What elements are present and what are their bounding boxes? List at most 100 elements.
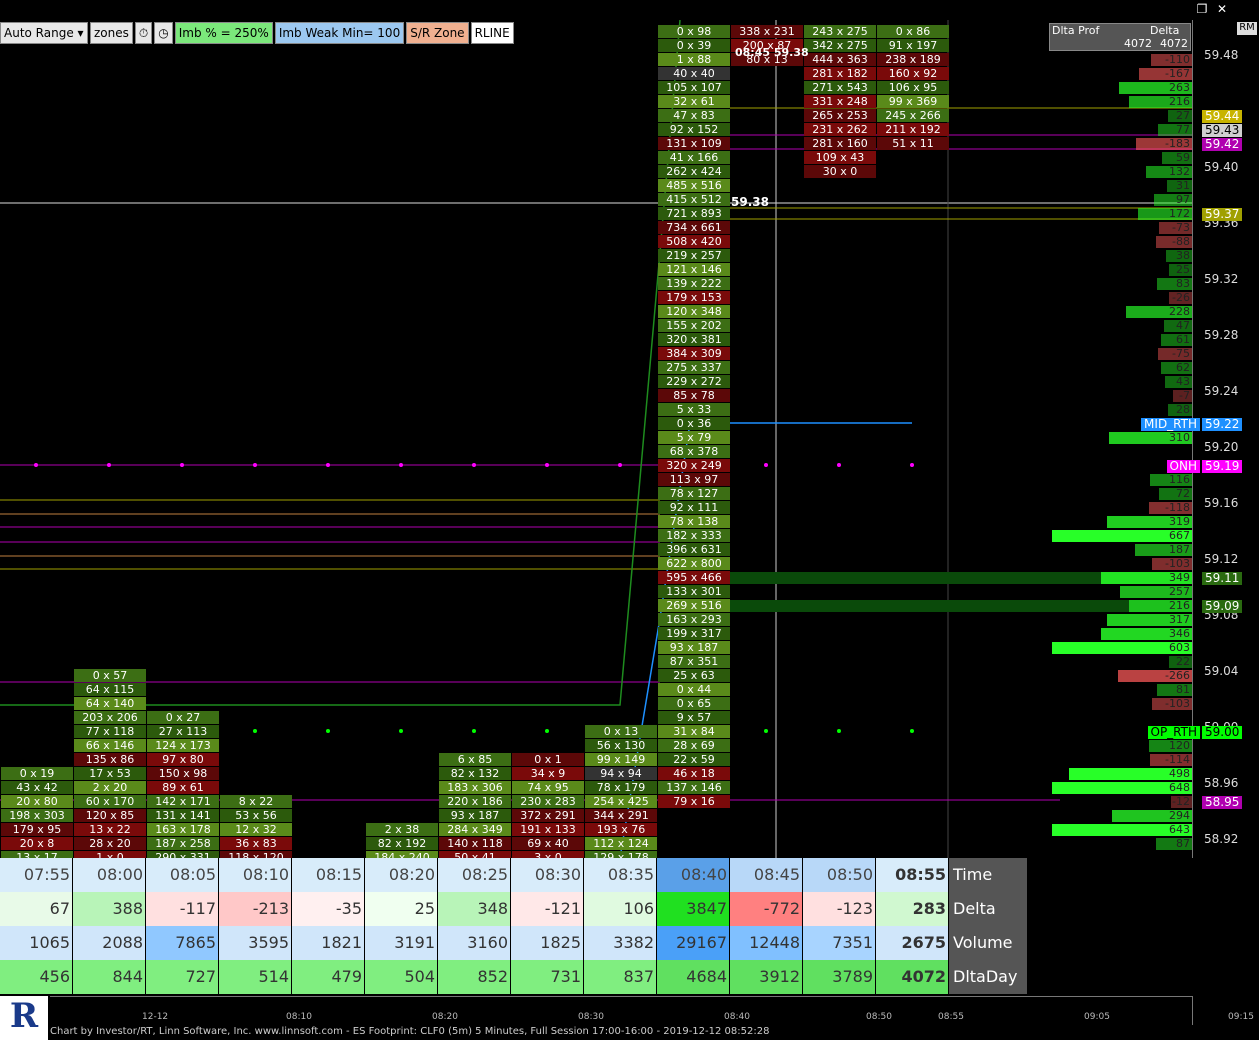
table-cell: 12448 bbox=[730, 926, 802, 960]
footprint-cell: 12 x 32 bbox=[220, 823, 292, 836]
footprint-cell: 160 x 92 bbox=[877, 67, 949, 80]
footprint-cell: 50 x 41 bbox=[439, 851, 511, 858]
table-row-label: Delta bbox=[949, 892, 1027, 926]
table-cell: 3160 bbox=[438, 926, 510, 960]
footprint-cell: 284 x 349 bbox=[439, 823, 511, 836]
close-icon[interactable]: ✕ bbox=[1215, 2, 1229, 16]
delta-profile-value: -75 bbox=[1172, 347, 1190, 360]
zones-button[interactable]: zones bbox=[90, 22, 133, 44]
footprint-cell: 0 x 44 bbox=[658, 683, 730, 696]
table-cell: -123 bbox=[803, 892, 875, 926]
table-cell: 08:00 bbox=[73, 858, 145, 892]
rm-button[interactable]: RM bbox=[1237, 22, 1257, 35]
footprint-cell: 271 x 543 bbox=[804, 81, 876, 94]
delta-profile-value: -167 bbox=[1165, 67, 1190, 80]
delta-profile-value: 81 bbox=[1176, 683, 1190, 696]
footprint-cell: 47 x 83 bbox=[658, 109, 730, 122]
table-cell: 08:15 bbox=[292, 858, 364, 892]
footprint-cell: 91 x 197 bbox=[877, 39, 949, 52]
auto-range-select[interactable]: Auto Range ▾ bbox=[0, 22, 88, 44]
footprint-cell: 0 x 57 bbox=[74, 669, 146, 682]
clock-icon[interactable]: ◷ bbox=[154, 22, 173, 44]
price-tick: 58.92 bbox=[1204, 832, 1239, 846]
delta-profile-value: 172 bbox=[1169, 207, 1190, 220]
level-name: OP_RTH bbox=[1147, 726, 1200, 739]
footprint-cell: 64 x 115 bbox=[74, 683, 146, 696]
footprint-cell: 265 x 253 bbox=[804, 109, 876, 122]
delta-profile-value: -73 bbox=[1172, 221, 1190, 234]
footprint-cell: 85 x 78 bbox=[658, 389, 730, 402]
delta-profile-value: 59 bbox=[1176, 151, 1190, 164]
table-cell: 514 bbox=[219, 960, 291, 994]
price-label: 59.43 bbox=[1202, 124, 1243, 137]
footprint-cell: 139 x 222 bbox=[658, 277, 730, 290]
footprint-cell: 193 x 76 bbox=[585, 823, 657, 836]
price-label: 59.09 bbox=[1202, 600, 1243, 613]
delta-profile-value: 47 bbox=[1176, 319, 1190, 332]
delta-profile-value: -7 bbox=[1179, 389, 1190, 402]
footprint-cell: 124 x 173 bbox=[147, 739, 219, 752]
imb-weak-button[interactable]: Imb Weak Min= 100 bbox=[274, 22, 405, 44]
footprint-cell: 508 x 420 bbox=[658, 235, 730, 248]
table-cell: -213 bbox=[219, 892, 291, 926]
price-tick: 59.48 bbox=[1204, 48, 1239, 62]
delta-profile-value: 603 bbox=[1169, 641, 1190, 654]
delta-profile-value: 667 bbox=[1169, 529, 1190, 542]
delta-profile-value: 132 bbox=[1169, 165, 1190, 178]
table-cell: 844 bbox=[73, 960, 145, 994]
table-cell: 7865 bbox=[146, 926, 218, 960]
sr-zone-button[interactable]: S/R Zone bbox=[406, 22, 469, 44]
delta-profile-value: 498 bbox=[1169, 767, 1190, 780]
footprint-cell: 199 x 317 bbox=[658, 627, 730, 640]
footprint-cell: 30 x 0 bbox=[804, 165, 876, 178]
footprint-cell: 230 x 283 bbox=[512, 795, 584, 808]
restore-icon[interactable]: ❐ bbox=[1195, 2, 1209, 16]
price-tick: 59.04 bbox=[1204, 664, 1239, 678]
footprint-cell: 31 x 84 bbox=[658, 725, 730, 738]
footprint-cell: 1 x 88 bbox=[658, 53, 730, 66]
time-tick: 08:30 bbox=[578, 1012, 604, 1022]
footprint-cell: 82 x 132 bbox=[439, 767, 511, 780]
footprint-cell: 3 x 0 bbox=[512, 851, 584, 858]
auto-range-label: Auto Range bbox=[4, 26, 74, 40]
delta-profile-value: 43 bbox=[1176, 375, 1190, 388]
footprint-cell: 93 x 187 bbox=[658, 641, 730, 654]
footprint-cell: 281 x 182 bbox=[804, 67, 876, 80]
footprint-cell: 25 x 63 bbox=[658, 669, 730, 682]
footprint-cell: 331 x 248 bbox=[804, 95, 876, 108]
footprint-cell: 22 x 59 bbox=[658, 753, 730, 766]
rline-button[interactable]: RLINE bbox=[470, 22, 514, 44]
table-row-label: Volume bbox=[949, 926, 1027, 960]
footprint-cell: 9 x 57 bbox=[658, 711, 730, 724]
stats-table: 07:55 08:00 08:05 08:10 08:15 08:20 08:25 08:30… bbox=[0, 858, 1028, 994]
table-cell: 388 bbox=[73, 892, 145, 926]
footprint-cell: 2 x 20 bbox=[74, 781, 146, 794]
time-tick: 08:55 bbox=[938, 1012, 964, 1022]
footprint-cell: 184 x 240 bbox=[366, 851, 438, 858]
chart-plot-area[interactable]: 0 x 98 0 x 39 1 x 88 40 x 40 105 x 107 32 x 6… bbox=[0, 20, 1192, 858]
delta-profile-value: -266 bbox=[1165, 669, 1190, 682]
footprint-cell: 131 x 141 bbox=[147, 809, 219, 822]
table-cell: 08:35 bbox=[584, 858, 656, 892]
stopwatch-icon[interactable]: ⏱ bbox=[134, 22, 153, 44]
footprint-cell: 219 x 257 bbox=[658, 249, 730, 262]
price-tick: 58.96 bbox=[1204, 776, 1239, 790]
delta-profile-value: 25 bbox=[1176, 263, 1190, 276]
footprint-cell: 109 x 43 bbox=[804, 151, 876, 164]
footprint-cell: 69 x 40 bbox=[512, 837, 584, 850]
table-cell: 852 bbox=[438, 960, 510, 994]
footprint-cell: 118 x 120 bbox=[220, 851, 292, 858]
table-cell: 67 bbox=[0, 892, 72, 926]
delta-profile-value: 87 bbox=[1176, 837, 1190, 850]
delta-label: Delta bbox=[1150, 24, 1180, 37]
footprint-cell: 187 x 258 bbox=[147, 837, 219, 850]
imb-percent-button[interactable]: Imb % = 250% bbox=[174, 22, 273, 44]
time-axis[interactable]: R 12-12 08:10 08:20 08:30 08:40 08:50 08:55 09:… bbox=[0, 996, 1259, 1040]
footprint-cell: 229 x 272 bbox=[658, 375, 730, 388]
table-cell: 2088 bbox=[73, 926, 145, 960]
footprint-cell: 60 x 170 bbox=[74, 795, 146, 808]
footprint-cell: 13 x 17 bbox=[1, 851, 73, 858]
footprint-cell: 99 x 149 bbox=[585, 753, 657, 766]
table-cell: 3595 bbox=[219, 926, 291, 960]
table-cell: -121 bbox=[511, 892, 583, 926]
